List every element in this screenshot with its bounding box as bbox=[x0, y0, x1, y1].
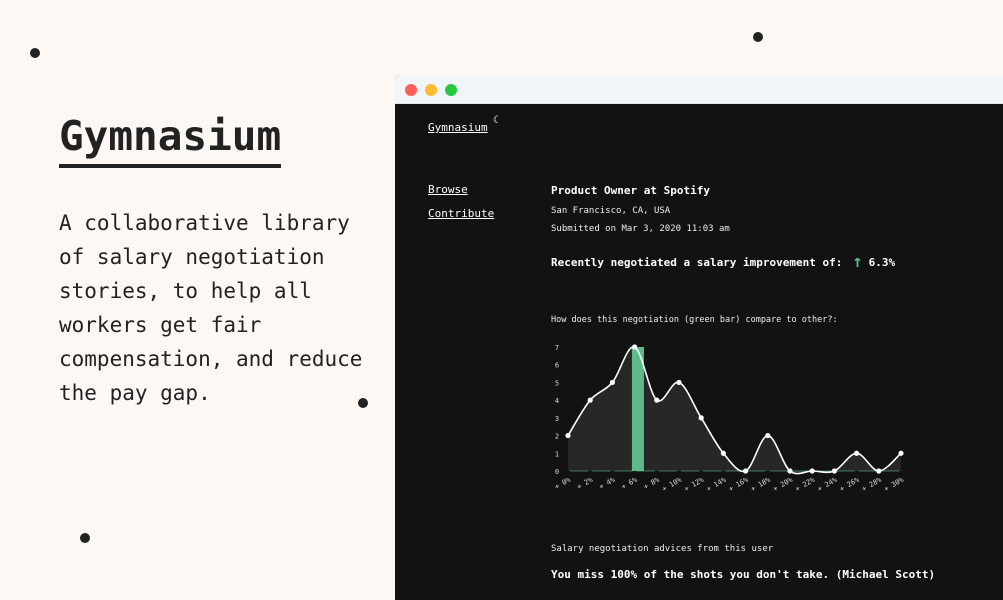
chart-y-tick-label: 0 bbox=[555, 468, 559, 476]
chart-point bbox=[587, 397, 593, 403]
hero-title: Gymnasium bbox=[59, 112, 282, 168]
chart-highlight-bar bbox=[631, 347, 644, 471]
chart-x-tick-label: + 0% bbox=[553, 475, 572, 491]
chart-y-tick-label: 6 bbox=[555, 362, 559, 370]
chart-x-tick-label: + 6% bbox=[620, 475, 639, 491]
nav-contribute-link[interactable]: Contribute bbox=[428, 207, 494, 220]
chart-y-tick-label: 4 bbox=[555, 397, 559, 405]
chart-point bbox=[654, 397, 660, 403]
story-location: San Francisco, CA, USA bbox=[551, 206, 671, 216]
maximize-window-button[interactable] bbox=[445, 84, 457, 96]
chart-x-tick-label: + 14% bbox=[705, 475, 728, 493]
chart-area-fill bbox=[568, 346, 901, 474]
comparison-chart: 01234567+ 0% + 2% + 4% + 6% + 8% + 10% + 12% + … bbox=[553, 344, 906, 493]
story-title: Product Owner at Spotify bbox=[551, 184, 710, 197]
decor-dot bbox=[753, 32, 763, 42]
chart-point bbox=[787, 468, 793, 474]
chart-x-tick-label: + 20% bbox=[772, 475, 795, 493]
chart-x-tick-label: + 10% bbox=[661, 475, 684, 493]
app-logo-link[interactable]: Gymnasium bbox=[428, 121, 488, 134]
hero-description: A collaborative library of salary negoti… bbox=[59, 211, 363, 405]
chart-x-tick-label: + 28% bbox=[861, 475, 884, 493]
crescent-moon-icon[interactable]: ☾ bbox=[493, 115, 499, 126]
chart-x-tick-label: + 12% bbox=[683, 475, 706, 493]
story-submitted-date: Submitted on Mar 3, 2020 11:03 am bbox=[551, 224, 730, 234]
chart-point bbox=[720, 450, 726, 456]
chart-point bbox=[854, 450, 860, 456]
browser-window: Gymnasium ☾ Browse Contribute Product Ow… bbox=[395, 75, 1003, 600]
chart-point bbox=[565, 432, 571, 439]
chart-x-tick-label: + 4% bbox=[598, 475, 617, 491]
chart-question: How does this negotiation (green bar) co… bbox=[551, 315, 838, 325]
window-titlebar bbox=[395, 75, 1003, 104]
chart-x-tick-label: + 22% bbox=[794, 475, 817, 493]
chart-y-tick-label: 3 bbox=[555, 415, 559, 423]
improvement-row: Recently negotiated a salary improvement… bbox=[551, 252, 895, 272]
chart-x-tick-label: + 2% bbox=[576, 475, 595, 491]
chart-x-tick-label: + 26% bbox=[838, 475, 861, 493]
chart-point bbox=[632, 344, 638, 350]
chart-x-tick-label: + 8% bbox=[642, 475, 661, 491]
chart-point bbox=[831, 468, 837, 474]
improvement-label: Recently negotiated a salary improvement… bbox=[551, 255, 843, 269]
chart-y-tick-label: 7 bbox=[555, 344, 559, 352]
chart-y-tick-label: 2 bbox=[555, 433, 559, 441]
chart-point bbox=[698, 415, 704, 421]
chart-x-tick-label: + 18% bbox=[750, 475, 773, 493]
chart-point bbox=[898, 450, 904, 456]
minimize-window-button[interactable] bbox=[425, 84, 437, 96]
chart-point bbox=[676, 379, 682, 386]
chart-point bbox=[809, 468, 815, 474]
chart-x-tick-label: + 16% bbox=[727, 475, 750, 493]
decor-dot bbox=[80, 533, 90, 543]
chart-y-tick-label: 1 bbox=[555, 450, 559, 458]
chart-x-tick-label: + 24% bbox=[816, 475, 839, 493]
chart-point bbox=[609, 379, 615, 386]
advice-heading: Salary negotiation advices from this use… bbox=[551, 544, 774, 554]
advice-quote: You miss 100% of the shots you don't tak… bbox=[551, 568, 936, 581]
decor-dot bbox=[30, 48, 40, 58]
chart-x-tick-label: + 30% bbox=[883, 475, 906, 493]
chart-point bbox=[765, 432, 771, 439]
chart-point bbox=[876, 468, 882, 474]
nav-browse-link[interactable]: Browse bbox=[428, 183, 468, 196]
improvement-value: 6.3% bbox=[868, 255, 896, 269]
chart-y-tick-label: 5 bbox=[555, 379, 559, 387]
arrow-up-icon: ↑ bbox=[852, 252, 863, 272]
chart-point bbox=[743, 468, 749, 474]
close-window-button[interactable] bbox=[405, 84, 417, 96]
